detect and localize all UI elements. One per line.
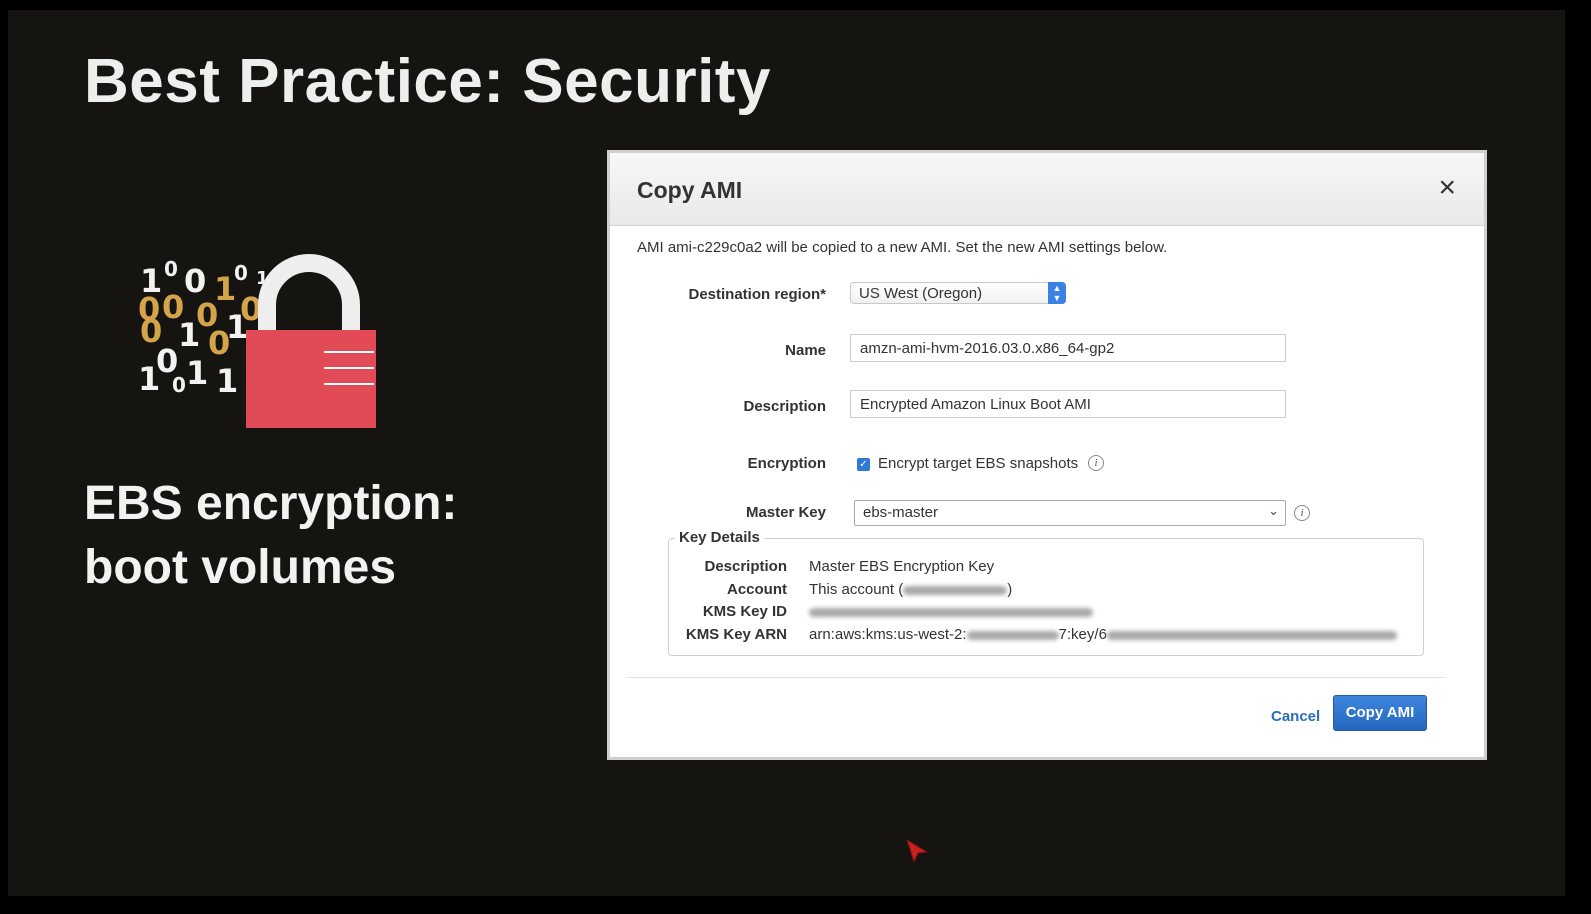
region-label: Destination region* — [688, 286, 826, 303]
copy-ami-dialog: Copy AMI × AMI ami-c229c0a2 will be copi… — [607, 150, 1487, 760]
svg-text:1: 1 — [138, 360, 160, 398]
name-input[interactable] — [850, 334, 1286, 362]
svg-text:1: 1 — [186, 354, 208, 392]
cancel-button[interactable]: Cancel — [1271, 708, 1320, 725]
encryption-label: Encryption — [747, 455, 826, 472]
encrypt-checkbox-label[interactable]: Encrypt target EBS snapshots — [878, 455, 1078, 472]
kd-key-arn-label: KMS Key ARN — [685, 626, 787, 643]
chevron-down-icon: ⌄ — [1268, 503, 1279, 518]
kd-description-label: Description — [704, 558, 787, 575]
mouse-pointer-icon — [906, 838, 929, 864]
kd-account-label: Account — [727, 581, 787, 598]
select-arrows-icon: ▲ ▼ — [1048, 282, 1066, 304]
redacted-key-id — [809, 607, 1093, 617]
dialog-header: Copy AMI × — [610, 153, 1484, 226]
master-key-select[interactable]: ebs-master ⌄ — [854, 500, 1286, 526]
master-key-label: Master Key — [745, 504, 826, 521]
kd-description-value: Master EBS Encryption Key — [809, 558, 995, 575]
slide-caption: EBS encryption: boot volumes — [84, 472, 457, 600]
svg-text:1: 1 — [178, 316, 200, 354]
master-key-value: ebs-master — [863, 504, 939, 521]
key-details-legend: Key Details — [675, 529, 764, 546]
info-icon[interactable]: i — [1088, 455, 1104, 471]
kd-account-value: This account () — [809, 581, 1012, 598]
svg-text:0: 0 — [138, 290, 160, 328]
kd-key-id-value — [809, 603, 1093, 620]
svg-text:0: 0 — [164, 257, 178, 281]
caption-line-1: EBS encryption: — [84, 477, 458, 530]
footer-divider — [626, 677, 1446, 678]
description-input[interactable] — [850, 390, 1286, 418]
kd-key-arn-value: arn:aws:kms:us-west-2: 7:key/6 — [809, 626, 1397, 643]
kd-key-arn-mid: 7:key/6 — [1058, 626, 1107, 643]
description-label: Description — [743, 398, 826, 415]
svg-text:0: 0 — [234, 261, 248, 285]
region-value: US West (Oregon) — [859, 285, 983, 302]
kd-key-id-label: KMS Key ID — [702, 603, 787, 620]
redacted-account-id — [966, 630, 1059, 640]
encrypted-lock-icon: 1 0 0 1 0 1 0 0 0 0 1 0 1 0 0 1 0 1 1 — [138, 254, 376, 428]
redacted-account-id — [903, 585, 1008, 595]
dialog-intro: AMI ami-c229c0a2 will be copied to a new… — [637, 239, 1168, 256]
kd-key-arn-prefix: arn:aws:kms:us-west-2: — [809, 626, 967, 643]
slide-title: Best Practice: Security — [84, 47, 771, 116]
key-details-panel: Key Details Description Master EBS Encry… — [668, 529, 1424, 656]
kd-account-suffix: ) — [1007, 581, 1013, 598]
svg-text:1: 1 — [216, 362, 238, 400]
encrypt-checkbox[interactable]: ✓ — [857, 458, 870, 471]
region-select[interactable]: US West (Oregon) ▲ ▼ — [850, 282, 1066, 304]
name-label: Name — [785, 342, 826, 359]
close-icon[interactable]: × — [1438, 173, 1456, 203]
caption-line-2: boot volumes — [84, 541, 397, 594]
copy-ami-button[interactable]: Copy AMI — [1333, 695, 1427, 731]
kd-account-prefix: This account ( — [809, 581, 904, 598]
dialog-title: Copy AMI — [637, 177, 743, 203]
svg-text:0: 0 — [172, 373, 186, 397]
svg-text:0: 0 — [184, 262, 206, 300]
redacted-key-uuid — [1106, 630, 1397, 640]
info-icon[interactable]: i — [1294, 505, 1310, 521]
